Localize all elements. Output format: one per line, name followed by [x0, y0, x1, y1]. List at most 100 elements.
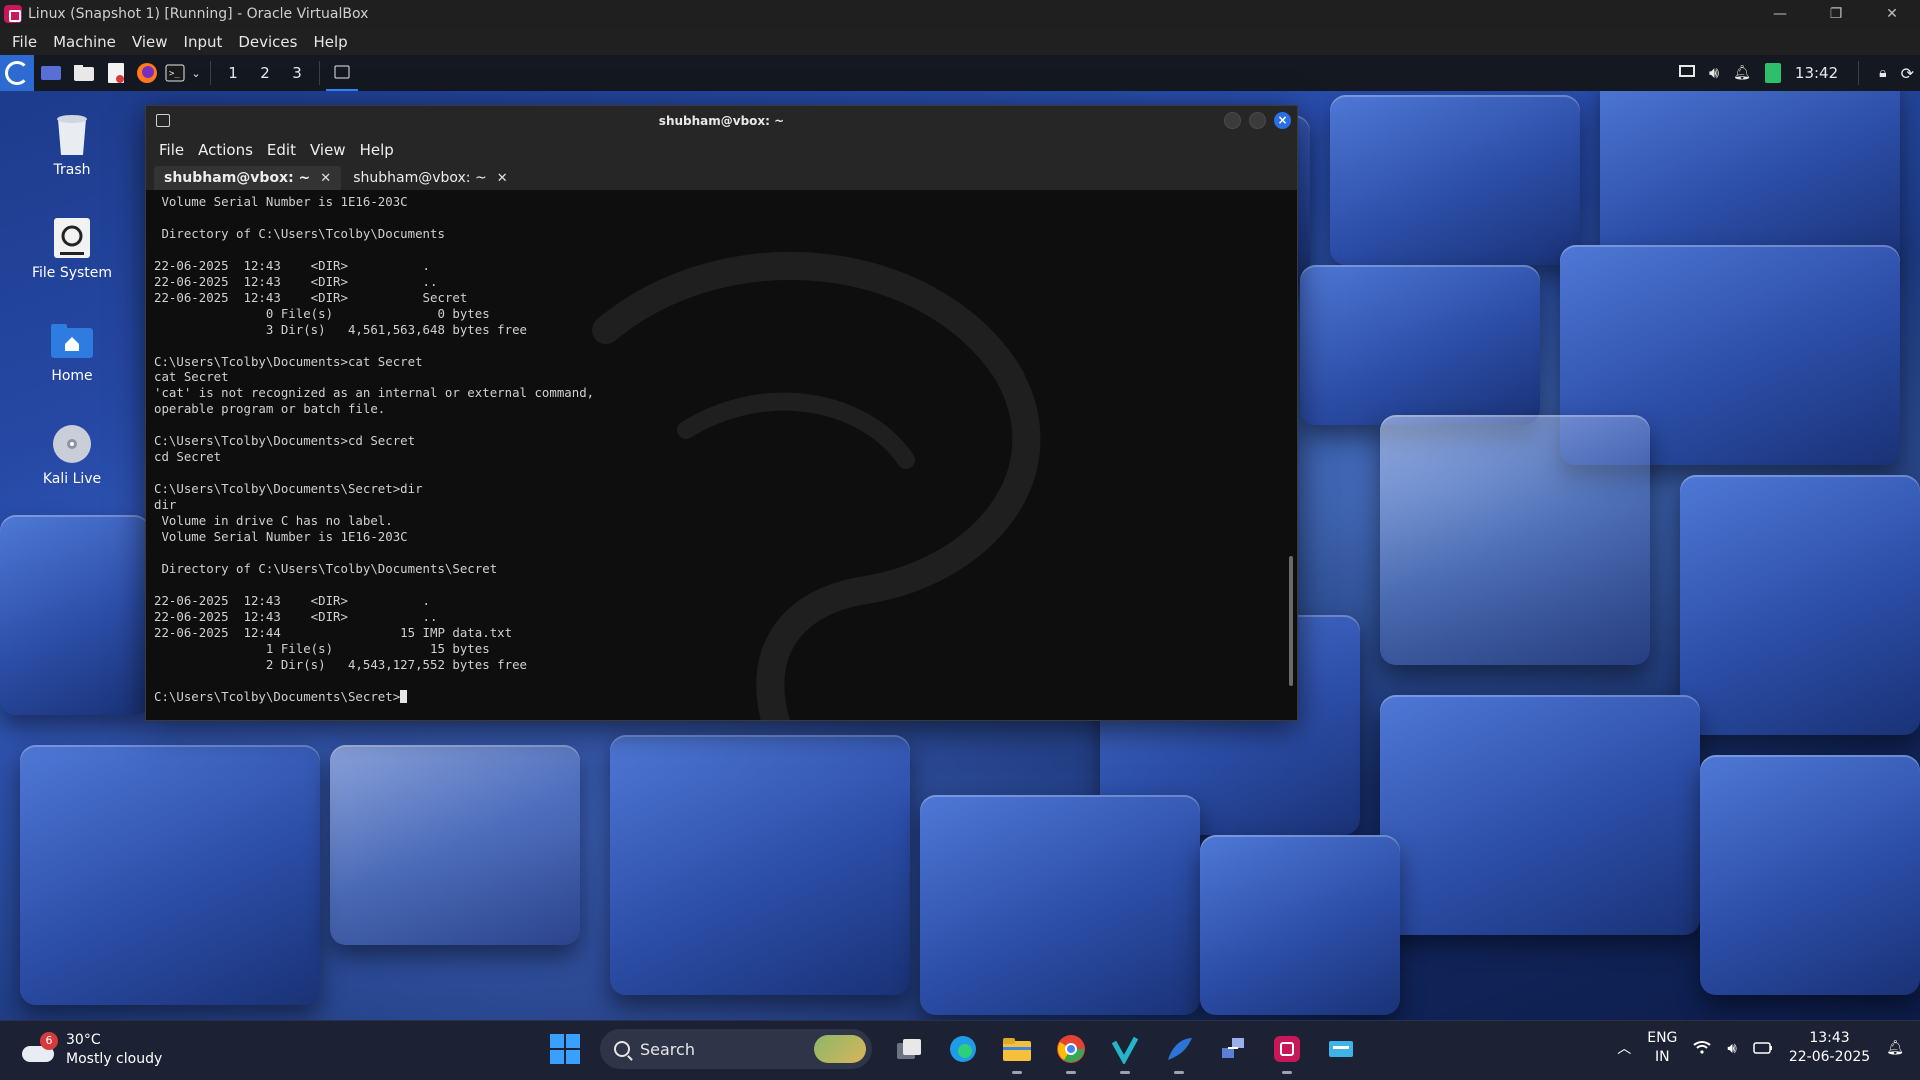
text-cursor — [400, 689, 408, 703]
lock-icon[interactable]: 🔒︎ — [1879, 65, 1886, 81]
terminal-output-area[interactable]: Volume Serial Number is 1E16-203C Direct… — [146, 190, 1297, 720]
terminal-line: 22-06-2025 12:43 <DIR> .. — [154, 273, 438, 289]
firefox-icon[interactable] — [132, 55, 162, 91]
terminal-title: shubham@vbox: ~ — [658, 114, 785, 128]
window-title: Linux (Snapshot 1) [Running] - Oracle Vi… — [28, 6, 369, 22]
restore-button[interactable]: ❐ — [1808, 0, 1864, 28]
taskbar-clock[interactable]: 13:43 22-06-2025 — [1789, 1029, 1870, 1067]
desktop-icon-label: File System — [31, 265, 113, 281]
workspace-3[interactable]: 3 — [281, 55, 313, 91]
menu-view[interactable]: View — [124, 33, 176, 51]
terminal-menu-view[interactable]: View — [303, 141, 353, 159]
terminal-menubar: File Actions Edit View Help — [146, 136, 1297, 164]
scrollbar-thumb[interactable] — [1289, 556, 1293, 686]
speaker-icon[interactable]: 🔊︎ — [1727, 1039, 1736, 1057]
virtualbox-app-icon[interactable] — [1270, 1032, 1304, 1074]
wallpaper-cube — [1700, 755, 1920, 995]
terminal-menu-actions[interactable]: Actions — [191, 141, 260, 159]
weather-temperature: 30°C — [66, 1032, 101, 1048]
panel-tray: 🔊︎ 🔔︎ 13:42 🔒︎ ⟳ — [1679, 55, 1914, 91]
terminal-line: 'cat' is not recognized as an internal o… — [154, 385, 595, 401]
terminal-prompt: C:\Users\Tcolby\Documents\Secret> — [154, 688, 401, 704]
code-editor-icon[interactable] — [1108, 1032, 1142, 1074]
wallpaper-glass-cube — [1380, 415, 1650, 665]
wallpaper-cube — [1380, 695, 1700, 935]
desktop-icon-home[interactable]: Home — [14, 318, 130, 384]
terminal-titlebar[interactable]: shubham@vbox: ~ × — [146, 106, 1297, 136]
display-icon[interactable] — [1679, 64, 1696, 83]
language-indicator[interactable]: ENG IN — [1647, 1029, 1677, 1067]
terminal-line: 22-06-2025 12:43 <DIR> . — [154, 592, 431, 608]
wallpaper-cube — [920, 795, 1200, 1015]
edge-icon[interactable] — [946, 1032, 980, 1066]
workspace-1[interactable]: 1 — [217, 55, 249, 91]
file-explorer-icon[interactable] — [1000, 1032, 1034, 1074]
notification-icon[interactable]: 🔔︎ — [1886, 1040, 1904, 1056]
desktop-icon-kali-live[interactable]: Kali Live — [14, 421, 130, 487]
terminal-minimize-button[interactable] — [1224, 112, 1241, 129]
chevron-up-icon[interactable]: ︿ — [1617, 1038, 1631, 1058]
terminal-tabbar: shubham@vbox: ~ ✕ shubham@vbox: ~ ✕ — [146, 164, 1297, 190]
wallpaper-cube — [1600, 75, 1900, 265]
terminal-line: C:\Users\Tcolby\Documents\Secret>dir — [154, 481, 423, 497]
wing-app-icon[interactable] — [1162, 1032, 1196, 1074]
terminal-maximize-button[interactable] — [1249, 112, 1266, 129]
desktop-icon-trash[interactable]: Trash — [14, 112, 130, 178]
volume-icon[interactable]: 🔊︎ — [1709, 63, 1719, 83]
workspace-2[interactable]: 2 — [249, 55, 281, 91]
terminal-menu-edit[interactable]: Edit — [260, 141, 303, 159]
panel-clock[interactable]: 13:42 — [1795, 64, 1838, 82]
chrome-icon[interactable] — [1054, 1032, 1088, 1074]
battery-icon[interactable] — [1764, 63, 1781, 83]
wifi-icon[interactable] — [1693, 1039, 1712, 1058]
running-indicator — [1012, 1071, 1022, 1074]
taskbar-terminal-window[interactable] — [326, 55, 358, 91]
desktop-icon-label: Home — [51, 368, 93, 384]
terminal-prompt-line[interactable]: C:\Users\Tcolby\Documents\Secret> — [154, 689, 1297, 705]
file-manager-icon[interactable] — [68, 55, 100, 91]
weather-widget[interactable]: 6 30°C Mostly cloudy — [22, 1031, 162, 1069]
terminal-tab-2[interactable]: shubham@vbox: ~ ✕ — [343, 166, 517, 190]
clock-time: 13:43 — [1809, 1030, 1850, 1046]
menu-input[interactable]: Input — [176, 33, 231, 51]
panel-separator — [319, 61, 320, 85]
text-editor-icon[interactable] — [100, 55, 132, 91]
screen-app-icon[interactable] — [1324, 1032, 1358, 1066]
terminal-menu-help[interactable]: Help — [353, 141, 401, 159]
windows-start-icon[interactable] — [550, 1034, 580, 1064]
kali-menu-button[interactable] — [0, 55, 34, 91]
terminal-launcher-icon[interactable]: >_ — [162, 55, 188, 91]
power-icon[interactable]: ⟳ — [1901, 64, 1914, 83]
terminal-scrollbar[interactable] — [1289, 190, 1293, 720]
close-button[interactable]: ✕ — [1864, 0, 1920, 28]
menu-devices[interactable]: Devices — [230, 33, 305, 51]
terminal-line: 22-06-2025 12:44 15 IMP data.txt — [154, 624, 513, 640]
minimize-button[interactable]: — — [1752, 0, 1808, 28]
menu-help[interactable]: Help — [305, 33, 355, 51]
show-desktop-icon[interactable] — [34, 55, 68, 91]
terminal-line: dir — [154, 497, 177, 513]
terminal-line: 22-06-2025 12:43 <DIR> Secret — [154, 289, 468, 305]
network-app-icon[interactable] — [1216, 1032, 1250, 1066]
terminal-tab-label: shubham@vbox: ~ — [353, 170, 487, 186]
desktop-icon-file-system[interactable]: File System — [14, 215, 130, 281]
terminal-close-button[interactable]: × — [1274, 112, 1291, 129]
notification-bell-icon[interactable]: 🔔︎ — [1733, 65, 1751, 81]
menu-file[interactable]: File — [4, 33, 45, 51]
language-label: ENG — [1647, 1030, 1678, 1046]
close-tab-icon[interactable]: ✕ — [497, 171, 508, 186]
terminal-line: 3 Dir(s) 4,561,563,648 bytes free — [154, 321, 527, 337]
close-tab-icon[interactable]: ✕ — [320, 171, 331, 186]
task-view-icon[interactable] — [892, 1032, 926, 1066]
battery-charging-icon[interactable] — [1753, 1039, 1773, 1058]
chevron-down-icon[interactable]: ⌄ — [188, 55, 204, 91]
terminal-menu-file[interactable]: File — [152, 141, 191, 159]
taskbar-search-box[interactable]: Search — [600, 1029, 872, 1069]
terminal-window[interactable]: shubham@vbox: ~ × File Actions Edit View… — [145, 105, 1298, 721]
terminal-tab-1[interactable]: shubham@vbox: ~ ✕ — [154, 166, 342, 190]
window-controls: — ❐ ✕ — [1752, 0, 1920, 28]
wallpaper-cube — [1200, 835, 1400, 1015]
menu-machine[interactable]: Machine — [45, 33, 124, 51]
